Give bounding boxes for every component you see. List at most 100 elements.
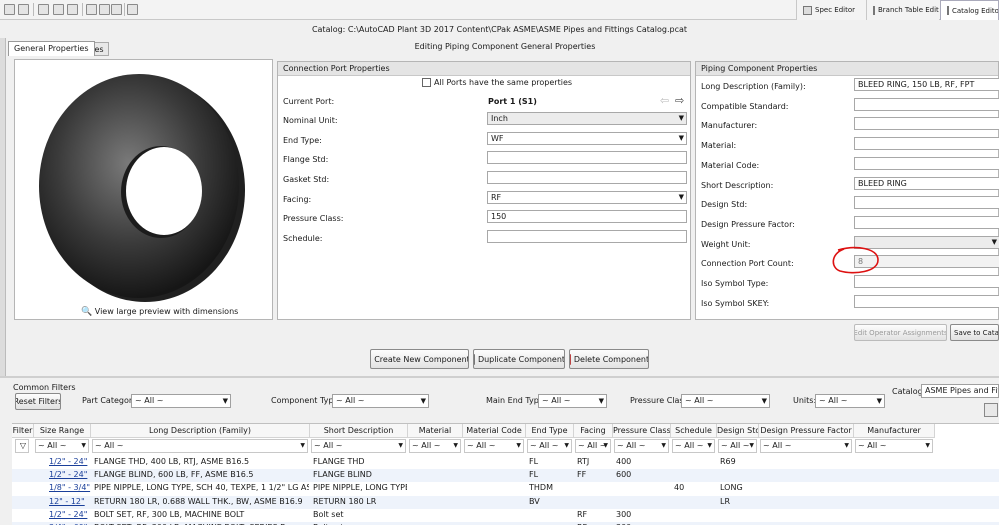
checkbox-box[interactable] (422, 78, 431, 87)
table-row[interactable]: 1/2" - 24" BOLT SET, RF, 300 LB, MACHINE … (12, 508, 999, 522)
grid-column-header[interactable]: Filter (12, 424, 34, 438)
grid-column-header[interactable]: Schedule (671, 424, 717, 438)
save-to-catalog-button[interactable]: Save to Catalog (950, 324, 999, 341)
column-filter-value: ~ All ~ (95, 441, 124, 450)
column-filter-select[interactable]: ~ All ~ ▼ (614, 439, 669, 453)
main-end-type-select[interactable]: ~ All ~ ▼ (538, 394, 607, 408)
gasket-std-field[interactable] (487, 171, 687, 184)
annotation-circle (832, 246, 879, 274)
nominal-unit-select[interactable]: Inch ▼ (487, 112, 687, 125)
component-field-value[interactable] (854, 137, 999, 151)
table-cell: THDM (529, 483, 553, 493)
table-cell: BV (529, 496, 540, 506)
filter-funnel-icon[interactable]: ▽ (15, 439, 29, 453)
delete-component-button[interactable]: Delete Component (569, 349, 649, 369)
cut-icon[interactable] (86, 4, 97, 15)
end-type-select[interactable]: WF ▼ (487, 132, 687, 145)
table-cell (529, 509, 573, 521)
import-icon[interactable] (53, 4, 64, 15)
grid-column-header[interactable]: Long Description (Family) (91, 424, 310, 438)
component-field-value[interactable] (854, 117, 999, 131)
column-filter-select[interactable]: ~ All ~ ▼ (527, 439, 572, 453)
grid-column-header[interactable]: Manufacturer (854, 424, 935, 438)
preview-link[interactable]: 🔍 View large preview with dimensions (81, 307, 238, 317)
dropdown-arrow-icon: ▼ (749, 442, 754, 449)
component-field-value[interactable]: BLEED RING, 150 LB, RF, FPT (854, 78, 999, 91)
column-filter-select[interactable]: ~ All ~ ▼ (409, 439, 461, 453)
catalog-path: Catalog: C:\AutoCAD Plant 3D 2017 Conten… (311, 25, 688, 34)
schedule-field[interactable] (487, 230, 687, 243)
table-cell (762, 469, 853, 481)
table-row[interactable]: 1/2" - 24" FLANGE BLIND, 600 LB, FF, ASME… (12, 469, 999, 483)
component-panel-title: Piping Component Properties (696, 62, 998, 76)
prev-port-arrow-icon[interactable]: ⇦ (660, 94, 669, 107)
grid-column-header[interactable]: Short Description (310, 424, 408, 438)
table-cell (616, 482, 670, 494)
copy-icon[interactable] (99, 4, 110, 15)
component-field-label: Manufacturer: (701, 121, 758, 131)
column-filter-select[interactable]: ~ All ~ ▼ (575, 439, 611, 453)
table-cell (15, 469, 33, 481)
component-field-value[interactable] (854, 275, 999, 288)
reset-filters-button[interactable]: Reset Filters (15, 393, 61, 410)
component-field-value[interactable] (854, 215, 999, 229)
splitter[interactable] (0, 376, 999, 378)
grid-column-header[interactable]: Design Std (717, 424, 759, 438)
component-grid: Filter ▽ Size Range ~ All ~ ▼ Long Descriptio… (12, 423, 999, 525)
column-filter-select[interactable]: ~ All ~ ▼ (855, 439, 933, 453)
help-icon[interactable] (127, 4, 138, 15)
open-icon[interactable] (18, 4, 29, 15)
table-row[interactable]: 12" - 12" RETURN 180 LR, 0.688 WALL THK.,… (12, 495, 999, 509)
table-row[interactable]: 1/2" - 24" FLANGE THD, 400 LB, RTJ, ASME … (12, 456, 999, 469)
column-filter-select[interactable]: ~ All ~ ▼ (464, 439, 524, 453)
table-cell: R69 (720, 457, 736, 466)
grid-options-icon[interactable] (984, 403, 998, 417)
table-cell: RF (577, 509, 588, 519)
export-icon[interactable] (67, 4, 78, 15)
grid-column-header[interactable]: Size Range (34, 424, 91, 438)
new-file-icon[interactable] (4, 4, 15, 15)
tab-catalog-editor[interactable]: Catalog Edito (940, 0, 999, 20)
print-icon[interactable] (38, 4, 49, 15)
duplicate-component-button[interactable]: Duplicate Component (473, 349, 565, 369)
component-type-select[interactable]: ~ All ~ ▼ (332, 394, 429, 408)
component-field-value[interactable] (854, 156, 999, 170)
column-filter-select[interactable]: ~ All ~ ▼ (718, 439, 757, 453)
column-filter-select[interactable]: ~ All ~ ▼ (35, 439, 89, 453)
schedule-label: Schedule: (283, 234, 323, 243)
grid-column-header[interactable]: Material (408, 424, 463, 438)
all-ports-checkbox[interactable]: All Ports have the same properties (422, 78, 572, 87)
table-row[interactable]: 1/8" - 3/4" PIPE NIPPLE, LONG TYPE, SCH 4… (12, 482, 999, 496)
component-field-value[interactable]: BLEED RING (854, 176, 999, 190)
next-port-arrow-icon[interactable]: ⇨ (675, 94, 684, 107)
column-filter-value: ~ All ~ (675, 441, 704, 450)
tab-spec-editor[interactable]: Spec Editor (796, 0, 866, 20)
grid-column-header[interactable]: Design Pressure Factor (759, 424, 854, 438)
component-field-value[interactable] (854, 294, 999, 308)
create-new-component-button[interactable]: Create New Component (370, 349, 469, 369)
column-filter-select[interactable]: ~ All ~ ▼ (92, 439, 308, 453)
component-field-value[interactable] (854, 196, 999, 210)
units-select[interactable]: ~ All ~ ▼ (815, 394, 885, 408)
column-filter-select[interactable]: ~ All ~ ▼ (672, 439, 715, 453)
column-filter-value: ~ All ~ (412, 441, 441, 450)
flange-std-field[interactable] (487, 151, 687, 164)
part-category-select[interactable]: ~ All ~ ▼ (131, 394, 231, 408)
paste-icon[interactable] (111, 4, 122, 15)
tab-general-properties[interactable]: General Properties (8, 41, 95, 56)
facing-select[interactable]: RF ▼ (487, 191, 687, 204)
table-cell (411, 469, 462, 481)
grid-column-header[interactable]: Material Code (463, 424, 526, 438)
edit-operator-assignments-button[interactable]: Edit Operator Assignments (854, 324, 947, 341)
tab-branch-table-editor[interactable]: Branch Table Editor (866, 0, 939, 20)
column-filter-select[interactable]: ~ All ~ ▼ (311, 439, 406, 453)
pressure-class-filter-select[interactable]: ~ All ~ ▼ (681, 394, 770, 408)
catalog-editor-icon (947, 6, 949, 15)
catalog-select[interactable]: ASME Pipes and Fittings (921, 384, 999, 398)
component-field-value[interactable] (854, 97, 999, 111)
grid-column-header[interactable]: Pressure Class (613, 424, 671, 438)
grid-column-header[interactable]: Facing (574, 424, 613, 438)
pressure-class-field[interactable]: 150 (487, 210, 687, 223)
grid-column-header[interactable]: End Type (526, 424, 574, 438)
column-filter-select[interactable]: ~ All ~ ▼ (760, 439, 852, 453)
